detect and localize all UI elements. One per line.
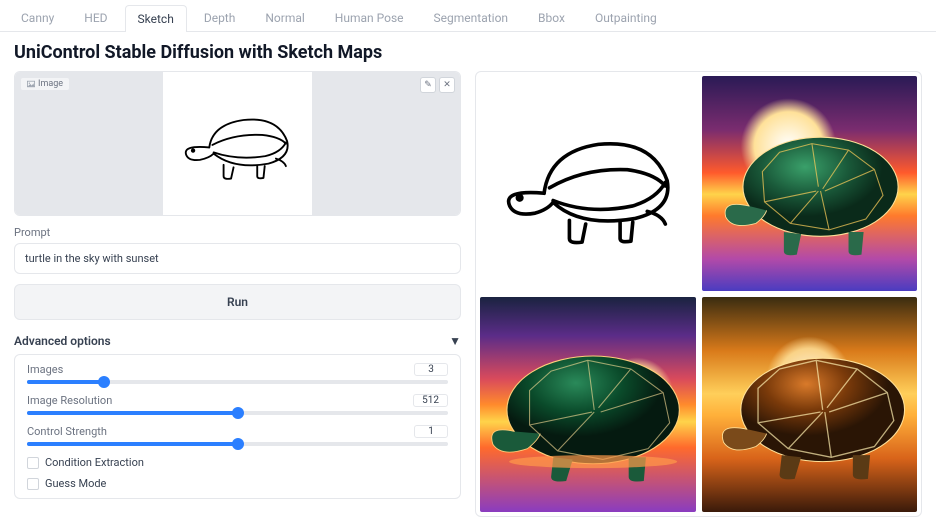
- advanced-toggle[interactable]: Advanced options ▼: [14, 334, 461, 348]
- slider-control-strength: Control Strength 1: [27, 425, 448, 446]
- page-title: UniControl Stable Diffusion with Sketch …: [0, 32, 936, 71]
- tab-segmentation[interactable]: Segmentation: [421, 4, 522, 31]
- slider-track[interactable]: [27, 411, 448, 415]
- slider-label: Images: [27, 363, 63, 376]
- chevron-down-icon: ▼: [449, 334, 461, 348]
- prompt-label: Prompt: [14, 226, 461, 239]
- advanced-label: Advanced options: [14, 334, 111, 348]
- checkbox-condition-extraction[interactable]: Condition Extraction: [27, 456, 448, 469]
- tab-bar: CannyHEDSketchDepthNormalHuman PoseSegme…: [0, 0, 936, 32]
- checkbox-box[interactable]: [27, 478, 39, 490]
- result-cell-2[interactable]: [480, 297, 696, 512]
- run-button[interactable]: Run: [14, 284, 461, 320]
- checkbox-guess-mode[interactable]: Guess Mode: [27, 477, 448, 490]
- slider-track[interactable]: [27, 380, 448, 384]
- slider-value[interactable]: 3: [414, 363, 448, 376]
- tab-outpainting[interactable]: Outpainting: [582, 4, 670, 31]
- slider-thumb[interactable]: [232, 407, 244, 419]
- image-pad-right: [312, 72, 460, 215]
- tab-sketch[interactable]: Sketch: [125, 5, 187, 32]
- slider-label: Control Strength: [27, 425, 107, 438]
- image-tag: Image: [20, 77, 70, 91]
- sketch-turtle: [175, 83, 300, 203]
- slider-image-resolution: Image Resolution 512: [27, 394, 448, 415]
- slider-value[interactable]: 512: [413, 394, 448, 407]
- tab-canny[interactable]: Canny: [8, 4, 67, 31]
- advanced-body: Images 3 Image Resolution 512 Control Streng…: [14, 354, 461, 499]
- checkbox-label: Guess Mode: [45, 477, 106, 490]
- slider-images: Images 3: [27, 363, 448, 384]
- tab-human-pose[interactable]: Human Pose: [322, 4, 417, 31]
- result-gallery: [475, 71, 922, 517]
- tab-depth[interactable]: Depth: [191, 4, 249, 31]
- image-pad-left: [15, 72, 163, 215]
- slider-label: Image Resolution: [27, 394, 112, 407]
- slider-thumb[interactable]: [232, 438, 244, 450]
- tab-normal[interactable]: Normal: [252, 4, 317, 31]
- image-center: [163, 72, 311, 215]
- tab-hed[interactable]: HED: [71, 4, 120, 31]
- slider-track[interactable]: [27, 442, 448, 446]
- checkbox-label: Condition Extraction: [45, 456, 144, 469]
- image-tag-label: Image: [38, 79, 63, 89]
- edit-icon[interactable]: ✎: [420, 77, 436, 93]
- prompt-input[interactable]: turtle in the sky with sunset: [14, 243, 461, 274]
- result-cell-1[interactable]: [702, 76, 918, 291]
- close-icon[interactable]: ✕: [439, 77, 455, 93]
- result-cell-sketch[interactable]: [480, 76, 696, 291]
- image-input-panel[interactable]: Image ✎ ✕: [14, 71, 461, 216]
- tab-bbox[interactable]: Bbox: [525, 4, 578, 31]
- slider-thumb[interactable]: [98, 376, 110, 388]
- slider-value[interactable]: 1: [414, 425, 448, 438]
- result-cell-3[interactable]: [702, 297, 918, 512]
- checkbox-box[interactable]: [27, 457, 39, 469]
